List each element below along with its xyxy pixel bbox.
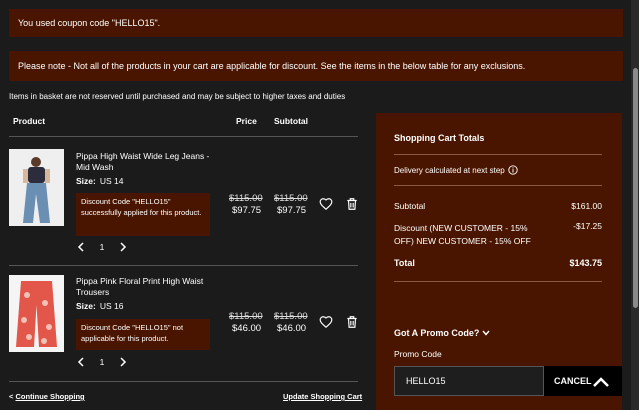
total-value: $143.75 — [569, 258, 602, 268]
product-name[interactable]: Pippa Pink Floral Print High Waist Trous… — [76, 276, 216, 298]
column-header-price: Price — [236, 116, 257, 126]
exclusion-notice-text: Please note - Not all of the products in… — [18, 61, 526, 71]
item-divider — [9, 381, 358, 382]
quantity-stepper: 1 — [75, 240, 129, 254]
qty-decrease-button[interactable] — [75, 355, 87, 369]
subtotal-discounted: $46.00 — [277, 323, 307, 334]
qty-value[interactable]: 1 — [87, 357, 117, 367]
discount-status-text: Discount Code "HELLO15" successfully app… — [81, 197, 202, 217]
page-scrollbar[interactable] — [631, 0, 639, 410]
subtotal-original: $115.00 — [274, 193, 308, 204]
subtotal-label: Subtotal — [394, 201, 426, 211]
header-divider — [9, 136, 358, 137]
qty-increase-button[interactable] — [117, 355, 129, 369]
totals-divider — [394, 154, 602, 155]
info-icon[interactable] — [508, 165, 518, 175]
size-label: Size: — [76, 301, 96, 311]
quantity-stepper: 1 — [75, 355, 129, 369]
discount-value: -$17.25 — [573, 221, 602, 231]
promo-toggle-label: Got A Promo Code? — [394, 328, 480, 338]
price-original: $115.00 — [229, 193, 263, 204]
column-header-subtotal: Subtotal — [274, 116, 308, 126]
delete-trash-icon[interactable] — [345, 197, 359, 211]
coupon-notice-text: You used coupon code "HELLO15". — [18, 18, 161, 28]
product-size: Size: US 16 — [76, 301, 123, 311]
column-header-product: Product — [13, 116, 46, 126]
delete-trash-icon[interactable] — [345, 315, 359, 329]
promo-button-label: CANCEL — [554, 376, 592, 386]
item-divider — [9, 265, 358, 266]
subtotal-value: $161.00 — [571, 201, 602, 211]
promo-code-toggle[interactable]: Got A Promo Code? — [394, 328, 490, 338]
discount-label: Discount (NEW CUSTOMER - 15% OFF) NEW CU… — [394, 222, 531, 248]
continue-shopping-link[interactable]: < Continue Shopping — [9, 392, 85, 401]
basket-reservation-note: Items in basket are not reserved until p… — [9, 92, 346, 101]
totals-divider — [394, 185, 602, 186]
size-value: US 14 — [99, 176, 124, 186]
qty-decrease-button[interactable] — [75, 240, 87, 254]
total-label: Total — [394, 258, 415, 268]
coupon-notice: You used coupon code "HELLO15". — [9, 9, 623, 37]
wishlist-heart-icon[interactable] — [319, 197, 333, 211]
qty-increase-button[interactable] — [117, 240, 129, 254]
discount-label-line2: OFF) NEW CUSTOMER - 15% OFF — [394, 236, 531, 246]
price-original: $115.00 — [229, 311, 263, 322]
product-size: Size: US 14 — [76, 176, 123, 186]
update-cart-link[interactable]: Update Shopping Cart — [283, 392, 362, 401]
cart-totals-panel: Shopping Cart Totals Delivery calculated… — [376, 113, 622, 410]
subtotal-discounted: $97.75 — [277, 205, 307, 216]
size-value: US 16 — [99, 301, 124, 311]
chevron-down-icon — [482, 330, 490, 336]
promo-code-input[interactable]: HELLO15 — [394, 366, 544, 396]
qty-value[interactable]: 1 — [87, 242, 117, 252]
discount-label-line1: Discount (NEW CUSTOMER - 15% — [394, 223, 528, 233]
totals-divider — [394, 281, 602, 282]
promo-code-label: Promo Code — [394, 349, 442, 359]
discount-status-message: Discount Code "HELLO15" not applicable f… — [76, 319, 210, 350]
price-discounted: $46.00 — [232, 323, 262, 334]
delivery-note-text: Delivery calculated at next step — [394, 165, 505, 175]
delivery-note: Delivery calculated at next step — [394, 165, 518, 175]
continue-shopping-label: Continue Shopping — [15, 392, 85, 401]
discount-status-message: Discount Code "HELLO15" successfully app… — [76, 193, 210, 236]
back-to-top-icon[interactable] — [591, 372, 611, 392]
product-image-trousers[interactable] — [9, 275, 64, 352]
product-image-jeans[interactable] — [9, 149, 64, 226]
totals-title: Shopping Cart Totals — [394, 133, 485, 143]
discount-status-text: Discount Code "HELLO15" not applicable f… — [81, 323, 184, 343]
subtotal-original: $115.00 — [274, 311, 308, 322]
promo-code-value: HELLO15 — [406, 376, 446, 386]
size-label: Size: — [76, 176, 96, 186]
exclusion-notice: Please note - Not all of the products in… — [9, 51, 623, 81]
product-name[interactable]: Pippa High Waist Wide Leg Jeans - Mid Wa… — [76, 151, 216, 173]
wishlist-heart-icon[interactable] — [319, 315, 333, 329]
scrollbar-thumb[interactable] — [633, 68, 638, 308]
chevron-left-icon: < — [9, 392, 14, 401]
price-discounted: $97.75 — [232, 205, 262, 216]
